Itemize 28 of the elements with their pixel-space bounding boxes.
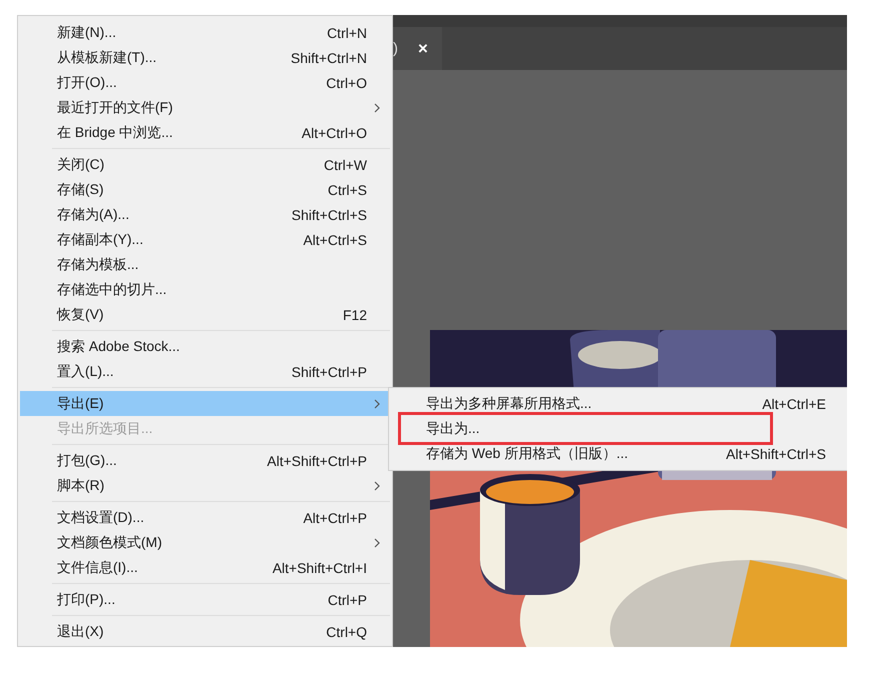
menu-item[interactable]: 导出为... <box>389 416 847 441</box>
menu-item[interactable]: 在 Bridge 中浏览... Alt+Ctrl+O <box>20 120 390 145</box>
close-button[interactable]: × <box>416 38 430 58</box>
menu-item[interactable]: 打印(P)... Ctrl+P <box>20 587 390 612</box>
menu-item[interactable]: 打包(G)... Alt+Shift+Ctrl+P <box>20 448 390 473</box>
menu-item[interactable]: 存储为(A)... Shift+Ctrl+S <box>20 202 390 227</box>
menu-item[interactable]: 退出(X) Ctrl+Q <box>20 619 390 644</box>
menu-item[interactable]: 搜索 Adobe Stock... <box>20 334 390 359</box>
menu-item[interactable]: 文件信息(I)... Alt+Shift+Ctrl+I <box>20 555 390 580</box>
tab-label: ) <box>393 40 398 57</box>
menu-item[interactable]: 文档颜色模式(M) <box>20 530 390 555</box>
menu-item[interactable]: 从模板新建(T)... Shift+Ctrl+N <box>20 45 390 70</box>
menu-item[interactable]: 导出(E) <box>20 391 390 416</box>
menu-item[interactable]: 脚本(R) <box>20 473 390 498</box>
menu-item[interactable]: 存储副本(Y)... Alt+Ctrl+S <box>20 227 390 252</box>
menu-item[interactable]: 打开(O)... Ctrl+O <box>20 70 390 95</box>
menu-item[interactable]: 存储为模板... <box>20 252 390 277</box>
menu-item[interactable]: 导出为多种屏幕所用格式... Alt+Ctrl+E <box>389 391 847 416</box>
menu-item[interactable]: 关闭(C) Ctrl+W <box>20 152 390 177</box>
document-tab[interactable]: ) × <box>393 27 442 70</box>
menu-item[interactable]: 存储(S) Ctrl+S <box>20 177 390 202</box>
menu-item[interactable]: 最近打开的文件(F) <box>20 95 390 120</box>
menu-item[interactable]: 文档设置(D)... Alt+Ctrl+P <box>20 505 390 530</box>
menu-item[interactable]: 恢复(V) F12 <box>20 302 390 327</box>
menu-item[interactable]: 存储为 Web 所用格式（旧版）... Alt+Shift+Ctrl+S <box>389 441 847 466</box>
menu-item[interactable]: 置入(L)... Shift+Ctrl+P <box>20 359 390 384</box>
menu-item[interactable]: 新建(N)... Ctrl+N <box>20 20 390 45</box>
menu-item[interactable]: 存储选中的切片... <box>20 277 390 302</box>
